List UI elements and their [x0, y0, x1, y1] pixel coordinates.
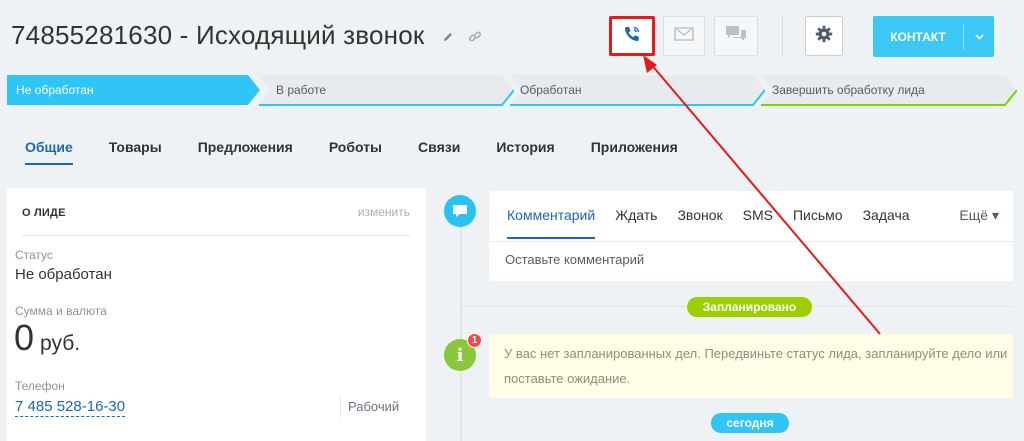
- sum-label: Сумма и валюта: [15, 304, 107, 318]
- editor-tab-task[interactable]: Задача: [863, 207, 910, 239]
- status-label: Статус: [15, 248, 53, 262]
- chevron-down-icon[interactable]: [964, 33, 994, 40]
- page-title: 74855281630 - Исходящий звонок: [11, 20, 425, 50]
- phone-link[interactable]: 7 485 528-16-30: [15, 397, 126, 417]
- tab-links[interactable]: Связи: [418, 139, 460, 165]
- email-button[interactable]: [663, 16, 705, 56]
- phone-label: Телефон: [15, 379, 65, 393]
- comment-icon: [444, 195, 476, 227]
- tab-robots[interactable]: Роботы: [329, 139, 382, 165]
- card-divider: [22, 235, 410, 236]
- planned-badge: Запланировано: [687, 297, 812, 317]
- editor-divider: [489, 241, 1013, 242]
- editor-more-label: Ещё: [959, 207, 989, 223]
- editor-tab-email[interactable]: Письмо: [793, 207, 843, 239]
- sum-value: 0 руб.: [14, 317, 80, 359]
- today-badge: сегодня: [711, 413, 789, 433]
- notification-badge: 1: [467, 333, 482, 348]
- gear-icon: [815, 25, 833, 48]
- stage-not-processed[interactable]: Не обработан: [7, 75, 260, 105]
- editor-more-button[interactable]: Ещё ▾: [959, 207, 999, 224]
- tab-history[interactable]: История: [496, 139, 554, 165]
- card-heading: О ЛИДЕ: [22, 207, 66, 219]
- phone-icon: [622, 24, 642, 49]
- pencil-icon[interactable]: [442, 31, 454, 43]
- editor-tab-call[interactable]: Звонок: [677, 207, 722, 239]
- tab-general[interactable]: Общие: [25, 139, 73, 165]
- stage-label: Завершить обработку лида: [772, 83, 925, 97]
- edit-link[interactable]: изменить: [358, 205, 410, 219]
- sum-amount: 0: [14, 317, 35, 358]
- settings-button[interactable]: [805, 16, 843, 56]
- currency: руб.: [40, 332, 81, 355]
- link-icon[interactable]: [468, 30, 482, 44]
- phone-type-divider: [340, 397, 341, 417]
- toolbar-divider: [782, 16, 783, 56]
- comment-input[interactable]: Оставьте комментарий: [505, 252, 644, 267]
- phone-type: Рабочий: [348, 399, 400, 414]
- lead-tabs: Общие Товары Предложения Роботы Связи Ис…: [25, 139, 714, 165]
- status-pipeline: Не обработан В работе Обработан Завершит…: [7, 75, 1017, 109]
- status-value: Не обработан: [15, 266, 112, 283]
- contact-button-label: КОНТАКТ: [890, 29, 946, 44]
- tab-offers[interactable]: Предложения: [198, 139, 293, 165]
- chat-button[interactable]: [714, 16, 758, 56]
- editor-tab-sms[interactable]: SMS: [743, 207, 773, 239]
- mail-icon: [674, 26, 694, 46]
- stage-label: Обработан: [520, 83, 582, 97]
- tab-products[interactable]: Товары: [109, 139, 162, 165]
- tab-apps[interactable]: Приложения: [591, 139, 678, 165]
- editor-tab-comment[interactable]: Комментарий: [507, 207, 596, 239]
- stage-processed[interactable]: Обработан: [510, 75, 765, 106]
- chat-icon: [725, 25, 747, 48]
- activity-editor: Комментарий Ждать Звонок SMS Письмо Зада…: [489, 191, 1013, 281]
- stage-label: Не обработан: [16, 83, 94, 97]
- chevron-down-icon: ▾: [991, 207, 999, 223]
- editor-tab-wait[interactable]: Ждать: [615, 207, 657, 239]
- stage-label: В работе: [276, 83, 327, 97]
- stage-in-progress[interactable]: В работе: [259, 75, 514, 106]
- contact-button[interactable]: КОНТАКТ: [873, 16, 994, 57]
- stage-finish[interactable]: Завершить обработку лида: [761, 75, 1017, 106]
- no-activities-notice: У вас нет запланированных дел. Передвинь…: [489, 334, 1013, 398]
- call-button[interactable]: [609, 16, 655, 56]
- timeline-line: [460, 203, 462, 441]
